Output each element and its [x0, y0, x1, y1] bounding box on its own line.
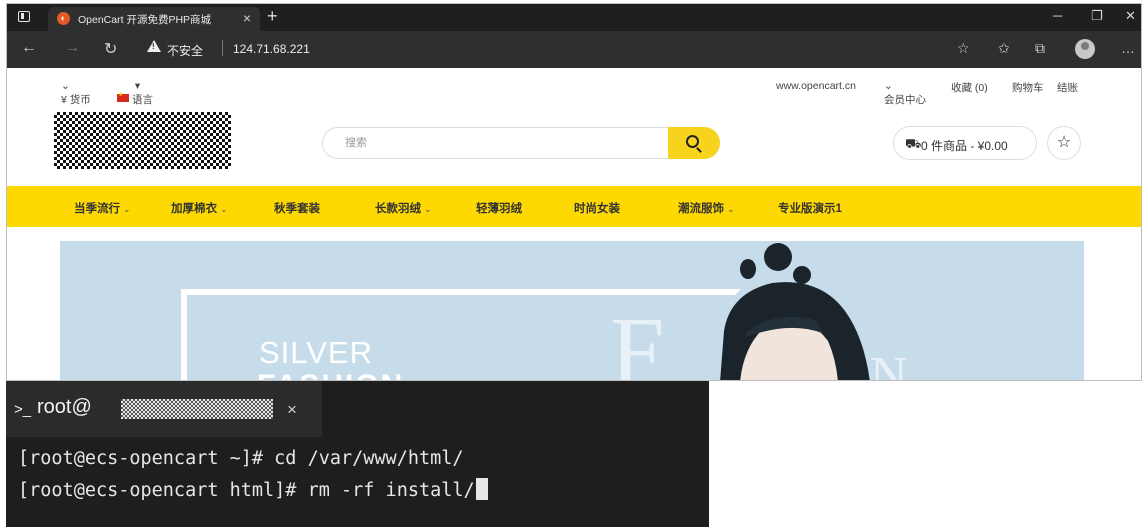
china-flag-icon: [117, 91, 129, 102]
search-input[interactable]: [345, 134, 645, 152]
menu-item-2[interactable]: 加厚棉衣 ⌄: [171, 200, 228, 216]
cart-link[interactable]: 购物车: [1012, 80, 1044, 95]
terminal-line-1: [root@ecs-opencart ~]# cd /var/www/html/: [18, 448, 464, 469]
currency-dropdown[interactable]: ¥ 货币 ⌄: [61, 80, 91, 106]
star-icon: ☆: [1056, 134, 1072, 151]
address-divider: [222, 40, 223, 56]
close-window-button[interactable]: ✕: [1125, 8, 1136, 24]
store-page: ¥ 货币 ⌄ 语言 ▾ www.opencart.cn 会员中心 ⌄ 收藏 (0…: [7, 68, 1141, 381]
search-box: [322, 127, 720, 159]
refresh-icon[interactable]: ↻: [104, 39, 117, 59]
tab-title: OpenCart 开源免费PHP商城: [78, 14, 212, 26]
chevron-down-icon: ⌄: [123, 204, 131, 214]
terminal-line-2-text: [root@ecs-opencart html]# rm -rf install…: [18, 480, 475, 501]
search-button[interactable]: [668, 127, 720, 159]
checkout-link[interactable]: 结账: [1057, 80, 1078, 95]
tab-actions-icon[interactable]: [18, 11, 30, 22]
collections-icon[interactable]: ⧉: [1035, 40, 1045, 57]
account-dropdown[interactable]: 会员中心 ⌄: [884, 80, 926, 106]
menu-item-3[interactable]: 秋季套装: [274, 200, 320, 216]
menu-item-5[interactable]: 轻薄羽绒: [476, 200, 522, 216]
terminal-line-2[interactable]: [root@ecs-opencart html]# rm -rf install…: [18, 478, 488, 501]
more-menu-icon[interactable]: …: [1121, 40, 1135, 56]
menu-item-7[interactable]: 潮流服饰 ⌄: [678, 200, 735, 216]
chevron-down-icon: ⌄: [727, 204, 735, 214]
browser-tab[interactable]: ◐ OpenCart 开源免费PHP商城 ×: [48, 7, 260, 31]
menu-item-8[interactable]: 专业版演示1: [778, 200, 842, 216]
menu-item-4[interactable]: 长款羽绒 ⌄: [375, 200, 432, 216]
hero-banner[interactable]: F N SILVER FASHION: [60, 241, 1084, 381]
close-tab-icon[interactable]: ×: [243, 10, 251, 26]
terminal-window: >_ root@ × [root@ecs-opencart ~]# cd /va…: [6, 381, 709, 527]
close-terminal-tab-icon[interactable]: ×: [287, 400, 297, 420]
back-arrow-icon[interactable]: ←: [21, 39, 37, 57]
language-dropdown[interactable]: 语言 ▾: [117, 80, 153, 106]
cart-button[interactable]: ⛟ 0 件商品 - ¥0.00: [893, 126, 1037, 160]
security-label[interactable]: 不安全: [167, 42, 203, 59]
address-bar: ← → ↻ 不安全 124.71.68.221 ☆ ✩ ⧉ …: [7, 31, 1141, 68]
chevron-down-icon: ⌄: [220, 204, 228, 214]
banner-line-2: FASHION: [257, 369, 404, 380]
terminal-tab-title: root@: [37, 396, 92, 418]
forward-arrow-icon[interactable]: →: [64, 39, 80, 57]
banner-letter-f: F: [610, 298, 665, 381]
terminal-cursor: [475, 478, 488, 500]
banner-model-image: [720, 243, 870, 380]
browser-tab-strip: ◐ OpenCart 开源免费PHP商城 × + ─ ❐ ✕: [7, 4, 1141, 31]
wishlist-link[interactable]: 收藏 (0): [951, 80, 988, 95]
favorites-icon[interactable]: ✩: [998, 40, 1010, 57]
cart-summary: 0 件商品 - ¥0.00: [921, 139, 1008, 153]
browser-window: ◐ OpenCart 开源免费PHP商城 × + ─ ❐ ✕ ← → ↻ 不安全…: [6, 3, 1142, 381]
maximize-button[interactable]: ❐: [1091, 8, 1103, 24]
terminal-prompt-icon: >_: [14, 401, 32, 418]
chevron-down-icon: ⌄: [424, 204, 432, 214]
wishlist-star-button[interactable]: ☆: [1047, 126, 1081, 160]
minimize-button[interactable]: ─: [1053, 8, 1062, 23]
banner-line-1: SILVER: [259, 335, 373, 370]
profile-avatar[interactable]: [1075, 39, 1095, 59]
url-field[interactable]: 124.71.68.221: [233, 42, 310, 56]
category-menu: 当季流行 ⌄ 加厚棉衣 ⌄ 秋季套装 长款羽绒 ⌄ 轻薄羽绒 时尚女装 潮流服饰 ⌄ 专…: [7, 186, 1141, 227]
site-link[interactable]: www.opencart.cn: [776, 80, 856, 92]
store-logo-redacted[interactable]: [54, 112, 231, 169]
warning-icon[interactable]: [147, 40, 161, 52]
new-tab-button[interactable]: +: [267, 6, 278, 27]
menu-item-6[interactable]: 时尚女装: [574, 200, 620, 216]
terminal-tab[interactable]: >_ root@ ×: [6, 381, 322, 437]
redacted-host: [121, 399, 273, 419]
cart-icon: ⛟: [905, 136, 922, 151]
menu-item-1[interactable]: 当季流行 ⌄: [74, 200, 131, 216]
store-topbar: ¥ 货币 ⌄ 语言 ▾ www.opencart.cn 会员中心 ⌄ 收藏 (0…: [7, 68, 1141, 106]
opencart-favicon-icon: ◐: [57, 12, 70, 25]
search-icon: [686, 135, 699, 148]
read-aloud-icon[interactable]: ☆: [957, 40, 970, 57]
